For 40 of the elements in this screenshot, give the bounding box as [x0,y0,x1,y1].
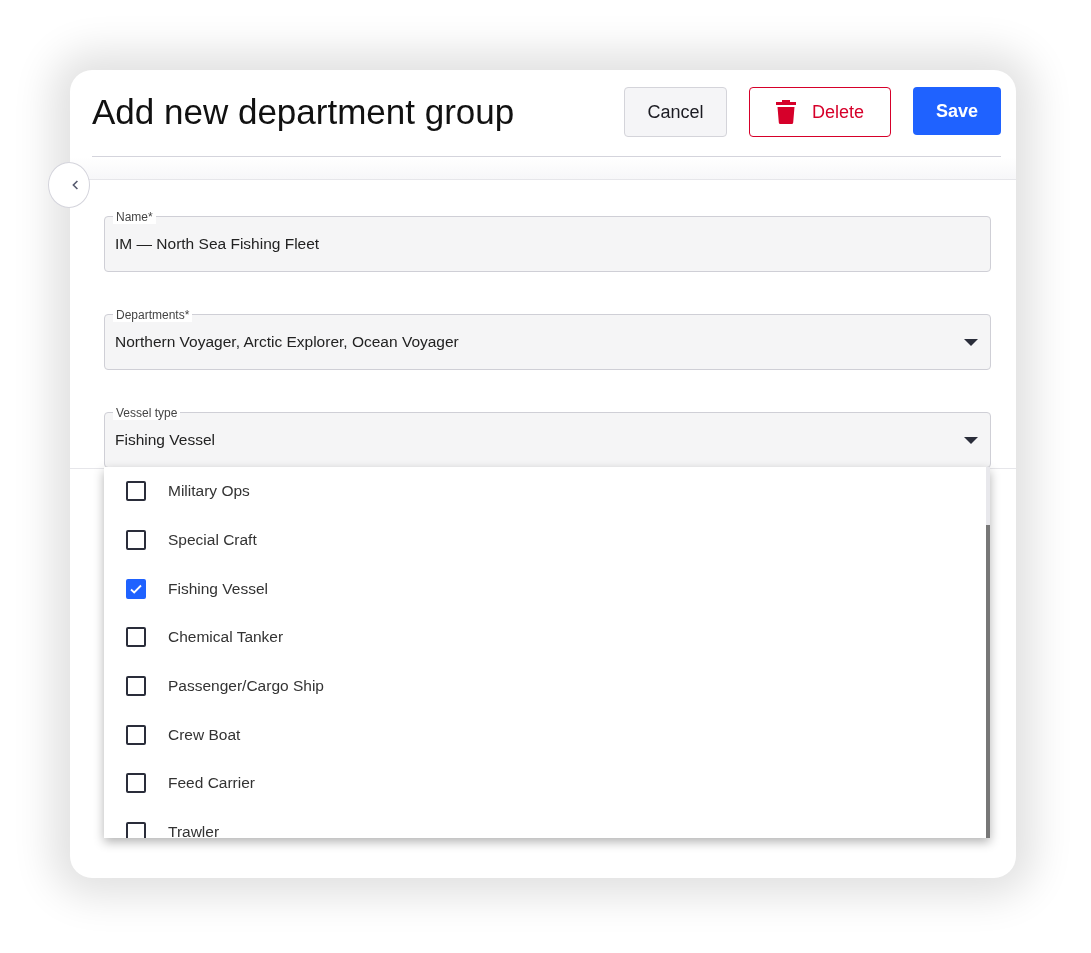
option-label: Special Craft [168,531,257,550]
checkbox[interactable] [126,578,146,599]
checkbox[interactable] [126,724,146,745]
field-value: IM — North Sea Fishing Fleet [115,235,321,253]
option-item[interactable]: Special Craft [104,515,986,565]
option-item[interactable]: Military Ops [104,467,986,516]
option-label: Trawler [168,823,220,838]
option-item[interactable]: Crew Boat [104,710,986,760]
checkbox[interactable] [126,822,146,838]
caret-icon [964,338,978,346]
checkbox[interactable] [126,481,146,502]
checkbox[interactable] [126,530,146,551]
checkbox[interactable] [126,773,146,794]
option-item[interactable]: Feed Carrier [104,759,986,808]
field-value: Northern Voyager, Arctic Explorer, Ocean Voyager [115,333,460,351]
option-label: Military Ops [168,482,250,501]
dialog-title: Add new department group [92,91,515,133]
option-item[interactable]: Passenger/Cargo Ship [104,661,986,711]
chevron-icon [71,179,79,191]
checkbox[interactable] [126,676,146,697]
field-label: Vessel type [113,406,181,420]
option-item[interactable]: Trawler [104,807,986,838]
option-label: Fishing Vessel [168,579,268,598]
field-label: Name* [113,210,156,224]
option-label: Crew Boat [168,725,241,744]
option-item[interactable]: Fishing Vessel [104,564,986,614]
caret-icon [964,436,978,444]
collapse-toggle[interactable] [48,162,90,208]
option-item[interactable]: Chemical Tanker [104,613,986,662]
scrollbar[interactable] [986,467,990,838]
trash-icon [776,100,796,124]
field-value: Fishing Vessel [115,431,216,449]
option-label: Passenger/Cargo Ship [168,677,324,696]
delete-button[interactable]: Delete [749,87,891,137]
option-label: Chemical Tanker [168,628,284,647]
cancel-button[interactable]: Cancel [624,87,727,137]
checkbox[interactable] [126,627,146,648]
option-label: Feed Carrier [168,774,255,793]
save-button[interactable]: Save [913,87,1001,135]
field-label: Departments* [113,308,193,322]
